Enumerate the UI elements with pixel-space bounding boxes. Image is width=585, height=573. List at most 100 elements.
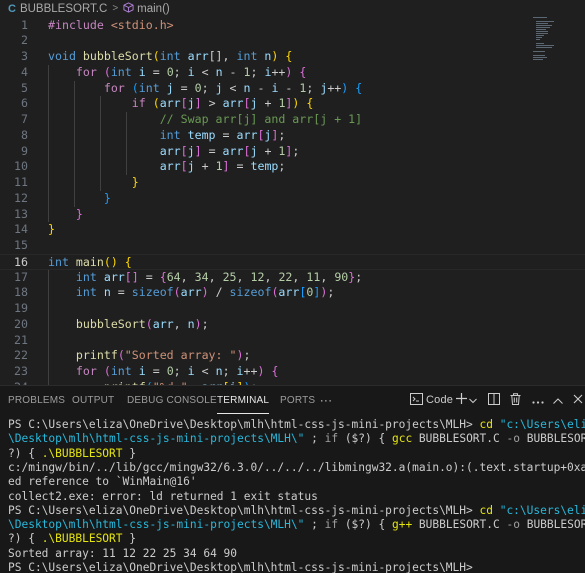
tab-problems[interactable]: PROBLEMS	[8, 386, 65, 414]
breadcrumb-file[interactable]: BUBBLESORT.C	[20, 3, 107, 15]
code-token: =	[201, 143, 223, 158]
code-token: =	[145, 64, 167, 79]
tab-output[interactable]: OUTPUT	[72, 386, 114, 414]
code-token: ;	[173, 64, 188, 79]
code-token: {	[299, 64, 307, 79]
tab-terminal[interactable]: TERMINAL	[217, 386, 270, 414]
code-token: arr	[152, 316, 174, 331]
line-number: 16	[14, 254, 28, 269]
tab-ports[interactable]: PORTS	[280, 386, 315, 414]
code-line[interactable]: 17 int arr[] = {64, 34, 25, 12, 22, 11, …	[0, 270, 585, 286]
code-token: ]	[194, 96, 202, 111]
code-line[interactable]: 19	[0, 301, 585, 317]
code-token: }	[131, 175, 139, 189]
code-line[interactable]: 16 int main() {	[0, 253, 585, 270]
code-text: int temp = arr[j];	[48, 128, 286, 144]
code-line[interactable]: 12 }	[0, 191, 585, 207]
code-line[interactable]: 13 }	[0, 207, 585, 223]
code-line[interactable]: 23 for (int i = 0; i < n; i++) {	[0, 364, 585, 380]
code-line[interactable]: 14}	[0, 222, 585, 238]
code-line[interactable]: 21	[0, 333, 585, 349]
code-line[interactable]: 2	[0, 33, 585, 49]
line-number: 17	[14, 269, 28, 284]
code-token: ;	[243, 348, 251, 363]
code-token: <	[222, 80, 244, 95]
more-tabs-button[interactable]: ···	[318, 393, 334, 408]
code-line[interactable]: 3 void bubbleSort(int arr[], int n) {	[0, 49, 585, 65]
code-token: ;	[201, 80, 216, 95]
minimap-line	[536, 47, 552, 49]
code-token: int	[75, 269, 104, 284]
code-token: j	[215, 80, 223, 95]
chevron-down-icon[interactable]	[468, 393, 478, 408]
code-token: }	[48, 222, 55, 237]
code-text: printf("Sorted array: ");	[48, 348, 251, 364]
trash-icon[interactable]	[509, 393, 522, 408]
terminal-text: gcc	[391, 432, 419, 446]
code-line[interactable]: 7 // Swap arr[j] and arr[j + 1]	[0, 112, 585, 128]
terminal-text: -o	[506, 432, 527, 446]
code-token: arr	[159, 96, 181, 111]
code-line[interactable]: 5 for (int j = 0; j < n - i - 1; j++) {	[0, 81, 585, 97]
close-panel-icon[interactable]	[572, 393, 584, 408]
terminal-line: ?) { .\BUBBLESORT }	[8, 446, 136, 461]
code-editor[interactable]: 1 #include <stdio.h> 2 3 void bubbleSort(int…	[0, 17, 585, 385]
code-token: ;	[173, 364, 188, 378]
code-token: 34	[194, 269, 209, 284]
terminal-line: Sorted array: 11 12 22 25 34 64 90	[8, 546, 237, 561]
code-token: n	[215, 64, 223, 79]
split-terminal-icon[interactable]	[487, 393, 501, 408]
line-number: 21	[14, 332, 28, 347]
code-token: int	[110, 64, 139, 79]
maximize-panel-icon[interactable]	[552, 393, 564, 408]
ellipsis-icon[interactable]	[531, 393, 545, 408]
tab-debug-console[interactable]: DEBUG CONSOLE	[127, 386, 217, 414]
code-line[interactable]: 15	[0, 238, 585, 254]
code-line[interactable]: 1 #include <stdio.h>	[0, 18, 585, 34]
code-line[interactable]: 11 }	[0, 175, 585, 191]
code-token: 12	[250, 269, 265, 284]
code-token: j	[187, 96, 195, 111]
code-token: ;	[201, 316, 209, 331]
terminal-output[interactable]: PS C:\Users\eliza\OneDrive\Desktop\mlh\h…	[0, 415, 585, 573]
minimap[interactable]	[533, 17, 571, 97]
code-token: j	[187, 143, 195, 158]
code-line[interactable]: 20 bubbleSort(arr, n);	[0, 317, 585, 333]
code-line[interactable]: 10 arr[j + 1] = temp;	[0, 159, 585, 175]
code-token: <stdio.h>	[110, 17, 174, 32]
code-line[interactable]: 22 printf("Sorted array: ");	[0, 348, 585, 364]
terminal-name[interactable]: Code	[426, 393, 453, 408]
terminal-text: BUBBLESORT.C	[418, 518, 507, 532]
terminal-shell-icon	[409, 393, 423, 408]
terminal-text: BUBBLESORT.C	[418, 432, 507, 446]
new-terminal-icon[interactable]	[455, 393, 467, 408]
code-token: ++	[327, 80, 342, 95]
terminal-text: BUBBLESORT } ;	[526, 432, 585, 446]
code-line[interactable]: 6 if (arr[j] > arr[j + 1]) {	[0, 96, 585, 112]
terminal-text: ($?) {	[344, 432, 392, 446]
code-token: int	[75, 285, 104, 300]
code-token: #include	[48, 17, 111, 32]
code-token: arr	[180, 285, 202, 300]
terminal-line: collect2.exe: error: ld returned 1 exit …	[8, 489, 318, 504]
code-token: i	[138, 64, 146, 79]
code-token: ,	[180, 269, 195, 284]
code-line[interactable]: 4 for (int i = 0; i < n - 1; i++) {	[0, 65, 585, 81]
code-line[interactable]: 9 arr[j] = arr[j + 1];	[0, 144, 585, 160]
code-token: -	[278, 80, 300, 95]
code-token: (	[145, 316, 153, 331]
code-token: arr	[159, 143, 181, 158]
breadcrumb-function[interactable]: main()	[137, 3, 170, 15]
code-line[interactable]: 8 int temp = arr[j];	[0, 128, 585, 144]
line-number: 18	[14, 285, 28, 300]
code-token: ,	[320, 269, 335, 284]
code-text: if (arr[j] > arr[j + 1]) {	[48, 96, 314, 112]
line-number: 3	[21, 49, 28, 63]
line-number: 5	[21, 80, 28, 95]
code-line[interactable]: 18 int n = sizeof(arr) / sizeof(arr[0]);	[0, 285, 585, 301]
code-token: j	[187, 159, 195, 174]
